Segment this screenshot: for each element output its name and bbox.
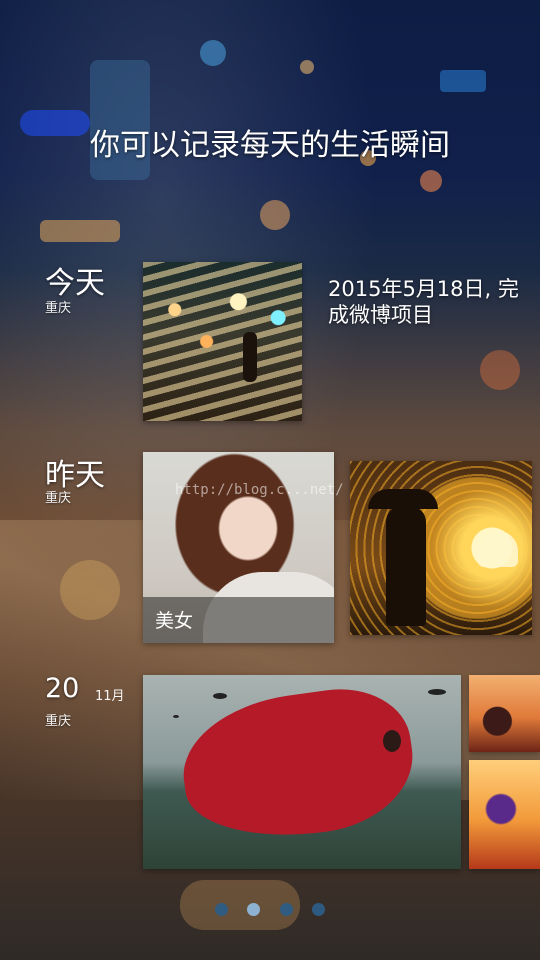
page-dot[interactable] <box>215 903 229 916</box>
headline: 你可以记录每天的生活瞬间 <box>90 128 450 163</box>
runner-silhouette <box>243 332 257 382</box>
location-label: 重庆 <box>45 714 72 729</box>
girl-photo[interactable]: 美女 <box>143 452 334 643</box>
background-bokeh <box>420 170 442 192</box>
background-bokeh <box>480 350 520 390</box>
small-photo-1[interactable] <box>469 675 540 752</box>
background-bokeh <box>200 40 226 66</box>
day-label-today: 今天 <box>45 266 105 301</box>
month-label: 11月 <box>95 689 125 704</box>
background-bokeh <box>40 220 120 242</box>
night-street-photo[interactable] <box>143 262 302 421</box>
watermark-text: http://blog.c...net/ <box>175 482 344 498</box>
page-dot-active[interactable] <box>247 903 261 916</box>
photo-caption: 美女 <box>155 610 194 632</box>
photo-caption-bar: 美女 <box>143 597 334 643</box>
dancer-head <box>383 730 401 752</box>
red-dress-photo[interactable] <box>143 675 461 869</box>
page-dot[interactable] <box>279 903 293 916</box>
location-label: 重庆 <box>45 491 72 506</box>
page-dot[interactable] <box>311 903 325 916</box>
couple-silhouette <box>386 506 426 626</box>
location-label: 重庆 <box>45 301 72 316</box>
background-bokeh <box>300 60 314 74</box>
day-label-date: 20 <box>45 673 80 704</box>
page-indicator <box>0 901 540 916</box>
entry-text: 2015年5月18日, 完成微博项目 <box>328 277 519 327</box>
bird-icon <box>428 689 446 695</box>
couple-photo[interactable] <box>350 461 532 635</box>
heart-light <box>478 531 518 567</box>
small-photo-2[interactable] <box>469 760 540 869</box>
background-bokeh <box>60 560 120 620</box>
background-bokeh <box>260 200 290 230</box>
background-bokeh <box>440 70 486 92</box>
bird-icon <box>213 693 227 699</box>
guide-screen: 你可以记录每天的生活瞬间 今天 重庆 2015年5月18日, 完成微博项目 昨天… <box>0 0 540 960</box>
red-dress <box>174 679 422 851</box>
bird-icon <box>173 715 179 718</box>
